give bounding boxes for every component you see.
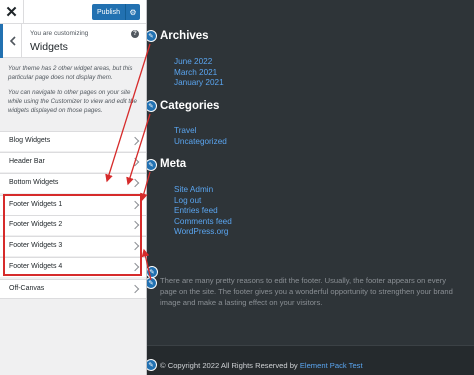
- customizer-panel: ✕ Publish ⚙ You are customizing Widgets …: [0, 0, 147, 375]
- archives-list: June 2022 March 2021 January 2021: [174, 57, 224, 89]
- chevron-right-icon: [130, 136, 140, 146]
- widget-area-bottom-widgets[interactable]: Bottom Widgets: [0, 173, 146, 193]
- site-preview: ✎ Archives June 2022 March 2021 January …: [147, 0, 474, 375]
- widget-area-label: Blog Widgets: [9, 137, 51, 144]
- edit-shortcut-pencil-icon[interactable]: ✎: [147, 359, 157, 371]
- categories-list: Travel Uncategorized: [174, 126, 227, 147]
- section-title: Widgets: [30, 41, 68, 53]
- widget-title-archives: Archives: [160, 30, 209, 42]
- help-icon[interactable]: ?: [131, 30, 139, 38]
- widget-area-footer-widgets-4[interactable]: Footer Widgets 4: [0, 257, 146, 277]
- meta-link[interactable]: Site Admin: [174, 185, 232, 196]
- chevron-right-icon: [130, 284, 140, 294]
- copyright-text: © Copyright 2022 All Rights Reserved by …: [160, 361, 363, 370]
- copyright-prefix: © Copyright 2022 All Rights Reserved by: [160, 361, 300, 370]
- widgets-description: Your theme has 2 other widget areas, but…: [8, 64, 140, 121]
- widget-area-off-canvas[interactable]: Off-Canvas: [0, 279, 146, 299]
- edit-shortcut-pencil-icon[interactable]: ✎: [147, 159, 157, 171]
- widget-area-label: Footer Widgets 2: [9, 221, 63, 228]
- widget-area-footer-widgets-1[interactable]: Footer Widgets 1: [0, 195, 146, 215]
- chevron-right-icon: [130, 200, 140, 210]
- chevron-right-icon: [130, 241, 140, 251]
- archive-link[interactable]: June 2022: [174, 57, 224, 68]
- widget-area-footer-widgets-3[interactable]: Footer Widgets 3: [0, 236, 146, 256]
- widget-area-header-bar[interactable]: Header Bar: [0, 152, 146, 172]
- widget-area-label: Header Bar: [9, 158, 45, 165]
- widget-area-label: Footer Widgets 1: [9, 201, 63, 208]
- customizer-topbar: ✕ Publish ⚙: [0, 0, 146, 24]
- meta-link[interactable]: Log out: [174, 196, 232, 207]
- publish-button[interactable]: Publish: [92, 4, 125, 20]
- widget-title-meta: Meta: [160, 158, 187, 170]
- meta-link[interactable]: WordPress.org: [174, 227, 232, 238]
- archive-link[interactable]: March 2021: [174, 68, 224, 79]
- category-link[interactable]: Travel: [174, 126, 227, 137]
- widget-area-footer-widgets-2[interactable]: Footer Widgets 2: [0, 215, 146, 235]
- copyright-bar: ✎ © Copyright 2022 All Rights Reserved b…: [147, 345, 474, 375]
- archive-link[interactable]: January 2021: [174, 78, 224, 89]
- chevron-right-icon: [130, 178, 140, 188]
- chevron-right-icon: [130, 220, 140, 230]
- description-paragraph: You can navigate to other pages on your …: [8, 89, 137, 114]
- description-paragraph: Your theme has 2 other widget areas, but…: [8, 65, 133, 81]
- chevron-right-icon: [130, 262, 140, 272]
- section-header: You are customizing Widgets ?: [0, 24, 146, 58]
- meta-link[interactable]: Entries feed: [174, 206, 232, 217]
- widget-area-label: Off-Canvas: [9, 285, 45, 292]
- chevron-left-icon: [9, 36, 16, 46]
- widget-area-label: Footer Widgets 4: [9, 263, 63, 270]
- back-button[interactable]: [0, 24, 22, 58]
- category-link[interactable]: Uncategorized: [174, 137, 227, 148]
- close-icon: ✕: [5, 4, 18, 21]
- chevron-right-icon: [130, 157, 140, 167]
- widget-title-categories: Categories: [160, 100, 220, 112]
- footer-text: There are many pretty reasons to edit th…: [160, 276, 453, 307]
- copyright-site-link[interactable]: Element Pack Test: [300, 361, 363, 370]
- customizing-label: You are customizing: [30, 30, 89, 37]
- meta-list: Site Admin Log out Entries feed Comments…: [174, 185, 232, 238]
- edit-shortcut-pencil-icon[interactable]: ✎: [147, 30, 157, 42]
- edit-shortcut-pencil-icon[interactable]: ✎: [147, 277, 157, 289]
- meta-link[interactable]: Comments feed: [174, 217, 232, 228]
- widget-area-label: Footer Widgets 3: [9, 242, 63, 249]
- widget-area-label: Bottom Widgets: [9, 179, 59, 186]
- close-customizer-button[interactable]: ✕: [0, 0, 24, 24]
- widget-area-blog-widgets[interactable]: Blog Widgets: [0, 131, 146, 151]
- gear-icon: ⚙: [129, 7, 137, 17]
- publish-settings-button[interactable]: ⚙: [125, 4, 140, 20]
- edit-shortcut-pencil-icon[interactable]: ✎: [147, 100, 157, 112]
